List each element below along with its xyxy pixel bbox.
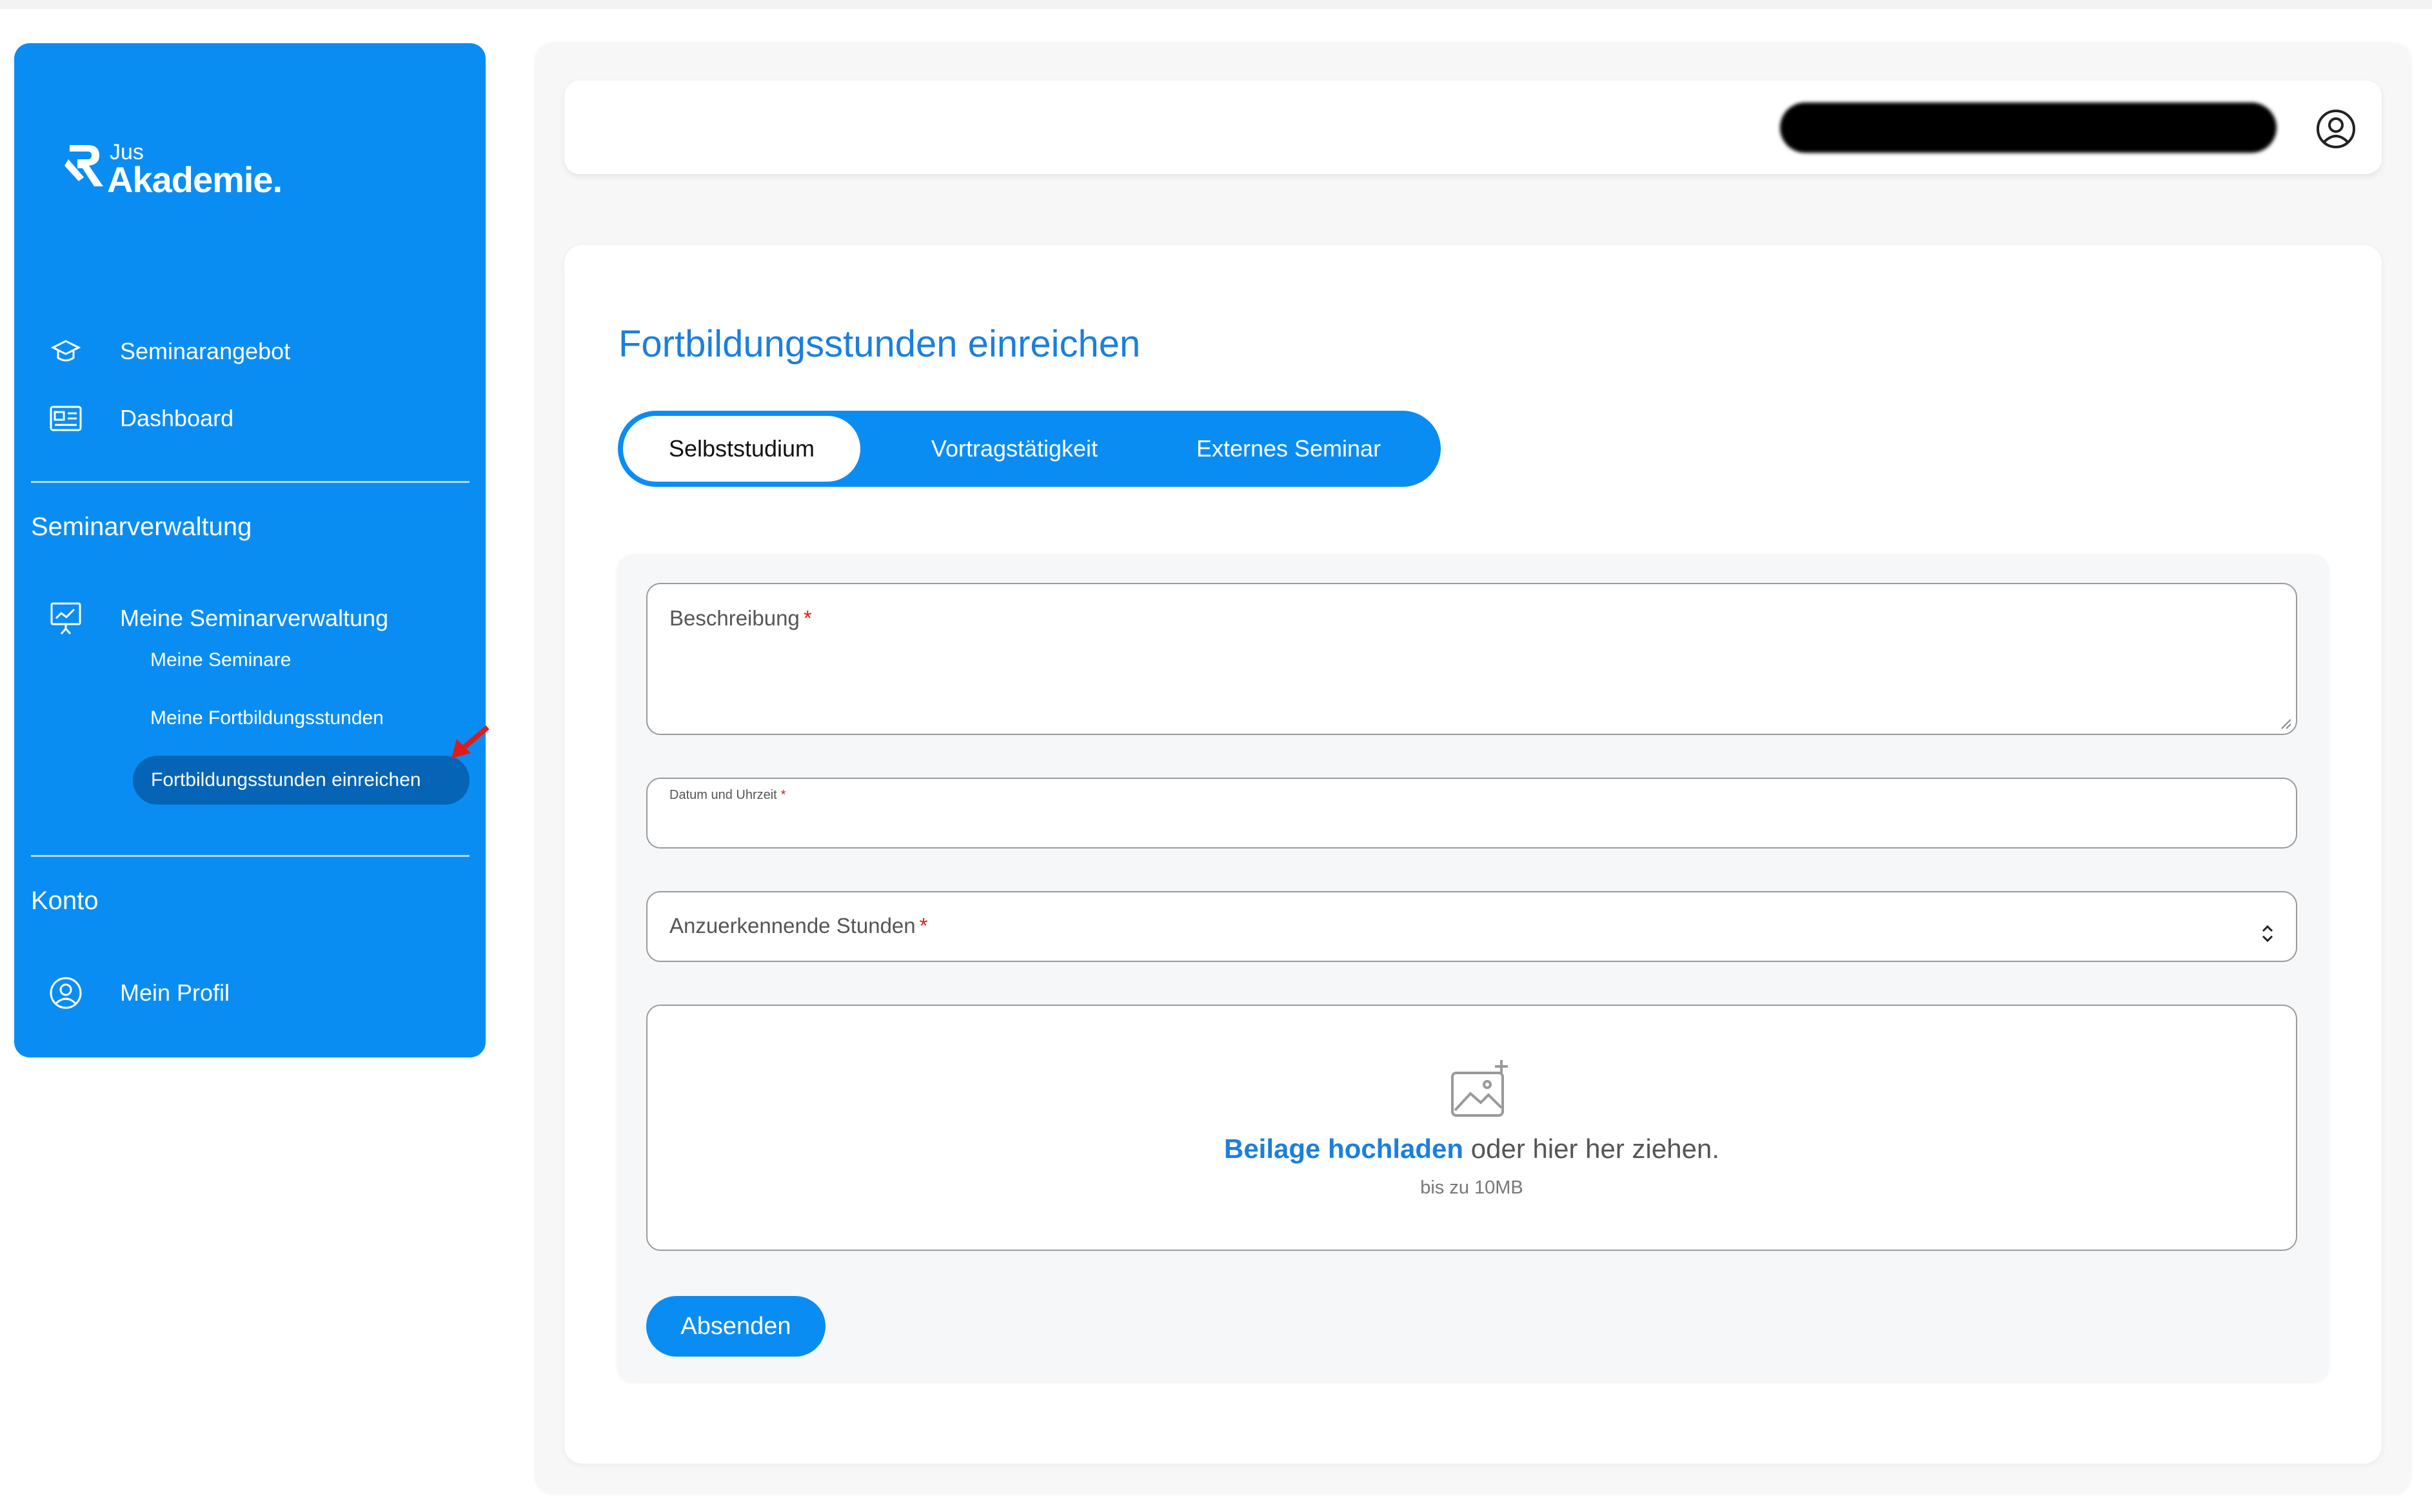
divider	[31, 855, 470, 857]
tab-selbststudium[interactable]: Selbststudium	[623, 416, 860, 482]
upload-instruction: Beilage hochladen oder hier her ziehen.	[648, 1134, 2296, 1164]
image-add-icon	[1451, 1060, 1508, 1117]
presentation-board-icon	[48, 600, 84, 636]
content-card: Fortbildungsstunden einreichen Selbststu…	[564, 245, 2382, 1464]
divider	[31, 481, 470, 483]
top-strip	[0, 0, 2432, 9]
stepper-icon[interactable]	[2260, 921, 2275, 947]
sidebar-item-label: Seminarangebot	[120, 338, 291, 364]
description-textarea[interactable]: Beschreibung *	[646, 583, 2297, 735]
form-area: Beschreibung * Datum und Uhrzeit * Anzuerk…	[617, 555, 2329, 1381]
date-time-label: Datum und Uhrzeit *	[669, 788, 786, 802]
id-card-icon	[48, 400, 84, 437]
top-bar	[564, 81, 2382, 174]
sidebar: Jus Akademie. Seminarangebot Dashboard S…	[14, 43, 489, 1057]
sidebar-sub-item-fortbildungsstunden-einreichen[interactable]: Fortbildungsstunden einreichen	[133, 756, 470, 805]
required-mark: *	[780, 788, 786, 802]
hours-number-input[interactable]: Anzuerkennende Stunden *	[646, 891, 2297, 962]
page-title: Fortbildungsstunden einreichen	[618, 323, 1141, 365]
sidebar-sub-item-label: Fortbildungsstunden einreichen	[151, 769, 421, 790]
red-arrow-icon	[451, 725, 489, 758]
user-circle-icon[interactable]	[2315, 108, 2357, 150]
date-time-field[interactable]: Datum und Uhrzeit *	[646, 778, 2297, 849]
tab-externes-seminar[interactable]: Externes Seminar	[1172, 411, 1405, 487]
sidebar-item-mein-profil[interactable]: Mein Profil	[48, 970, 230, 1016]
user-circle-icon	[48, 975, 84, 1011]
section-title-konto: Konto	[31, 887, 99, 915]
required-mark: *	[803, 606, 812, 630]
resize-handle-icon[interactable]	[2278, 716, 2292, 730]
sidebar-item-label: Dashboard	[120, 405, 234, 431]
section-title-seminarverwaltung: Seminarverwaltung	[31, 513, 252, 541]
upload-link[interactable]: Beilage hochladen	[1224, 1134, 1463, 1164]
tab-vortragstaetigkeit[interactable]: Vortragstätigkeit	[895, 411, 1134, 487]
redacted-user-name	[1780, 103, 2277, 153]
submit-button[interactable]: Absenden	[646, 1296, 825, 1357]
required-mark: *	[919, 914, 928, 938]
sidebar-sub-item-meine-seminare[interactable]: Meine Seminare	[150, 649, 291, 671]
sidebar-sub-item-meine-fortbildungsstunden[interactable]: Meine Fortbildungsstunden	[150, 707, 384, 729]
sidebar-item-seminarangebot[interactable]: Seminarangebot	[48, 329, 290, 374]
description-label: Beschreibung *	[669, 606, 812, 630]
sidebar-item-label: Mein Profil	[120, 979, 230, 1006]
upload-text: oder hier her ziehen.	[1463, 1134, 1719, 1164]
sidebar-item-label: Meine Seminarverwaltung	[120, 605, 389, 631]
brand-logo[interactable]: Jus Akademie.	[64, 100, 335, 203]
hours-label: Anzuerkennende Stunden *	[669, 914, 928, 938]
sidebar-item-meine-seminarverwaltung[interactable]: Meine Seminarverwaltung	[48, 596, 388, 641]
tab-bar: Selbststudium Vortragstätigkeit Externes…	[618, 411, 1441, 487]
graduation-cap-icon	[48, 333, 84, 369]
brand-name: Akademie.	[107, 159, 282, 200]
logo-mark-icon	[64, 145, 103, 186]
sidebar-item-dashboard[interactable]: Dashboard	[48, 396, 233, 441]
upload-size-limit: bis zu 10MB	[1420, 1177, 1523, 1198]
file-upload-dropzone[interactable]: Beilage hochladen oder hier her ziehen. …	[646, 1005, 2297, 1251]
